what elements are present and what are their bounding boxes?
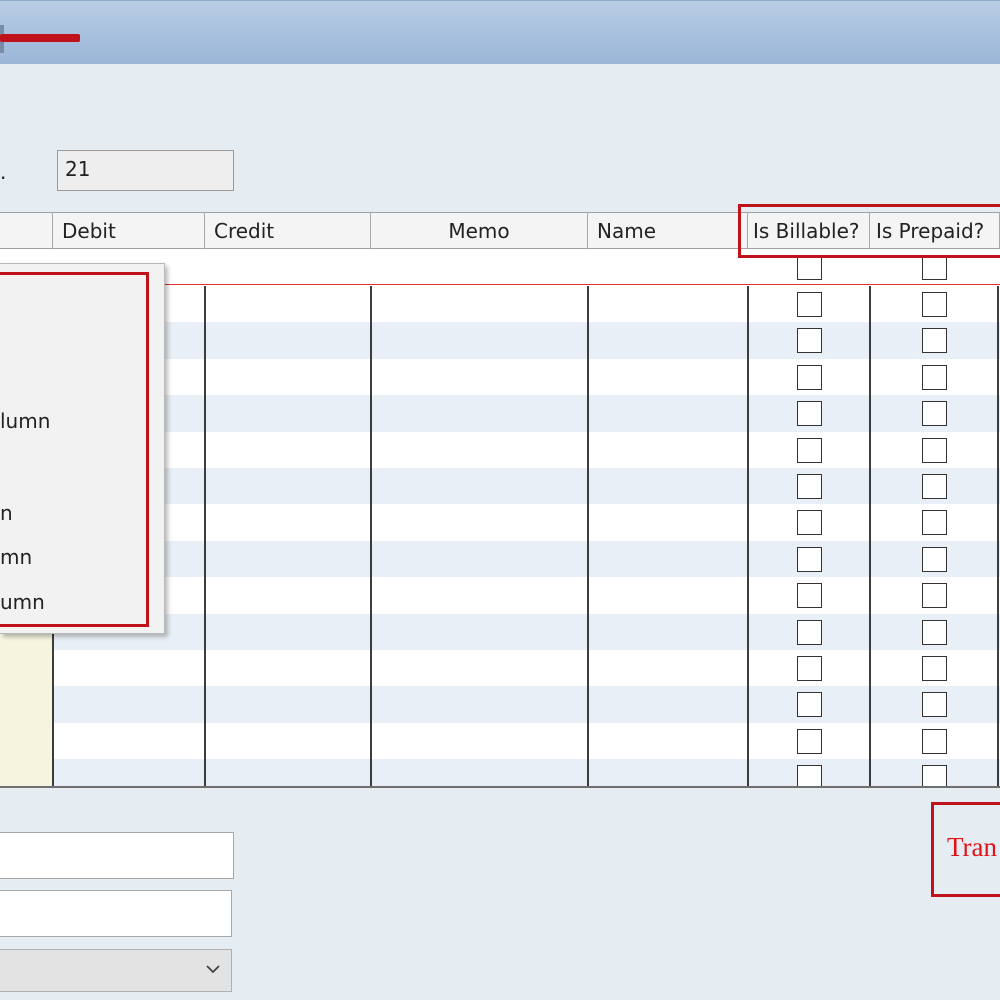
form-content: . 21 Debit Credit Memo Name Is Billable?… bbox=[0, 64, 1000, 1000]
prepaid-checkbox[interactable] bbox=[922, 619, 947, 645]
billable-checkbox[interactable] bbox=[797, 619, 822, 645]
prepaid-checkbox[interactable] bbox=[922, 474, 947, 499]
prepaid-checkbox[interactable] bbox=[922, 583, 947, 609]
column-divider bbox=[869, 286, 871, 786]
column-header-is-billable[interactable]: Is Billable? bbox=[748, 213, 870, 249]
billable-checkbox[interactable] bbox=[797, 728, 822, 754]
billable-checkbox[interactable] bbox=[797, 474, 822, 499]
billable-checkbox[interactable] bbox=[797, 401, 822, 427]
prepaid-checkbox[interactable] bbox=[922, 692, 947, 718]
prepaid-checkbox[interactable] bbox=[922, 656, 947, 681]
billable-checkbox[interactable] bbox=[797, 656, 822, 681]
annotation-arrow bbox=[0, 34, 80, 42]
context-menu: lumn n mn umn bbox=[0, 263, 165, 634]
prepaid-checkbox[interactable] bbox=[922, 292, 947, 317]
column-header-name[interactable]: Name bbox=[588, 213, 748, 249]
number-field[interactable]: 21 bbox=[57, 150, 234, 191]
column-divider bbox=[747, 286, 749, 786]
prepaid-checkbox[interactable] bbox=[922, 510, 947, 536]
text-input-1[interactable] bbox=[0, 832, 234, 879]
table-row[interactable] bbox=[0, 759, 1000, 786]
prepaid-checkbox[interactable] bbox=[922, 728, 947, 754]
prepaid-checkbox[interactable] bbox=[922, 328, 947, 354]
prepaid-checkbox[interactable] bbox=[922, 364, 947, 390]
context-menu-item[interactable]: umn bbox=[0, 590, 150, 626]
billable-checkbox[interactable] bbox=[797, 364, 822, 390]
table-row[interactable] bbox=[0, 686, 1000, 723]
prepaid-checkbox[interactable] bbox=[922, 546, 947, 572]
column-header-debit[interactable]: Debit bbox=[53, 213, 205, 249]
billable-checkbox[interactable] bbox=[797, 583, 822, 609]
dropdown-select[interactable] bbox=[0, 949, 232, 992]
billable-checkbox[interactable] bbox=[797, 510, 822, 536]
chevron-down-icon bbox=[204, 960, 222, 978]
context-menu-item[interactable]: mn bbox=[0, 545, 150, 581]
column-header-memo[interactable]: Memo bbox=[371, 213, 588, 249]
billable-checkbox[interactable] bbox=[797, 546, 822, 572]
prepaid-checkbox[interactable] bbox=[922, 255, 947, 280]
context-menu-item-label: lumn bbox=[0, 409, 51, 433]
context-menu-item-label: umn bbox=[0, 590, 45, 614]
billable-checkbox[interactable] bbox=[797, 328, 822, 354]
prepaid-checkbox[interactable] bbox=[922, 437, 947, 463]
column-header-account[interactable] bbox=[0, 213, 53, 249]
field-label: . bbox=[0, 160, 7, 184]
context-menu-item[interactable]: n bbox=[0, 501, 150, 537]
column-divider bbox=[204, 286, 206, 786]
table-row[interactable] bbox=[0, 722, 1000, 760]
grid-header: Debit Credit Memo Name Is Billable? Is P… bbox=[0, 212, 1000, 249]
context-menu-item[interactable]: lumn bbox=[0, 409, 150, 445]
column-header-is-prepaid[interactable]: Is Prepaid? bbox=[870, 213, 1000, 249]
prepaid-checkbox[interactable] bbox=[922, 765, 947, 786]
context-menu-item-label: n bbox=[0, 501, 13, 525]
window-title-bar bbox=[0, 0, 1000, 64]
billable-checkbox[interactable] bbox=[797, 255, 822, 280]
billable-checkbox[interactable] bbox=[797, 437, 822, 463]
column-divider bbox=[370, 286, 372, 786]
billable-checkbox[interactable] bbox=[797, 765, 822, 786]
text-input-2[interactable] bbox=[0, 890, 232, 937]
context-menu-item-label: mn bbox=[0, 545, 33, 569]
column-header-credit[interactable]: Credit bbox=[205, 213, 371, 249]
status-text: Tran bbox=[947, 832, 998, 862]
billable-checkbox[interactable] bbox=[797, 692, 822, 718]
column-divider bbox=[997, 286, 999, 786]
table-row[interactable] bbox=[0, 649, 1000, 687]
prepaid-checkbox[interactable] bbox=[922, 401, 947, 427]
billable-checkbox[interactable] bbox=[797, 292, 822, 317]
column-divider bbox=[587, 286, 589, 786]
